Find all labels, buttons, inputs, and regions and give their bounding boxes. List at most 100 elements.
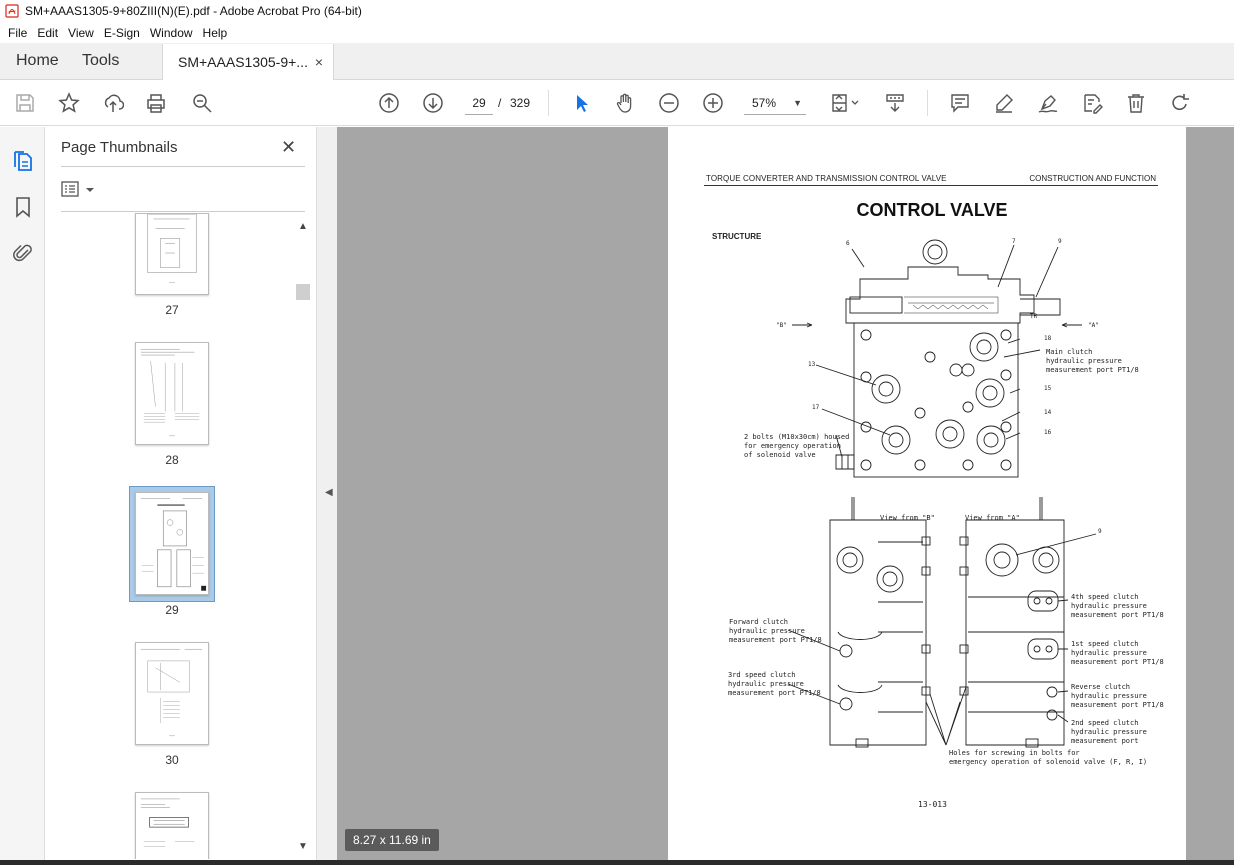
callout-9-view-a: 9 [1098,528,1102,535]
thumbnail-image [140,798,195,847]
left-rail [0,127,45,860]
note-emergency-bolts: 2 bolts (M10x30cm) housed for emergency … [744,433,850,459]
callout-7: 7 [1012,238,1016,245]
panel-divider [61,166,305,167]
select-cursor-icon[interactable] [570,91,594,115]
edit-pdf-icon[interactable] [1080,91,1104,115]
tab-close-icon[interactable]: × [315,54,323,70]
attachments-icon[interactable] [11,241,35,265]
thumbnail-scrollbar[interactable]: ▲ ▼ [296,219,310,859]
menu-view[interactable]: View [63,26,99,40]
panel-title: Page Thumbnails [61,139,178,156]
tab-bar: Home Tools SM+AAAS1305-9+... × [0,43,1234,80]
note-forward-clutch: Forward clutch hydraulic pressure measur… [729,618,822,644]
main-toolbar [0,80,1234,126]
thumbnail-options-button[interactable] [61,180,101,200]
panel-divider [61,211,305,212]
rotate-icon[interactable] [1168,91,1192,115]
sign-pen-icon[interactable] [1036,91,1060,115]
highlight-pen-icon[interactable] [992,91,1016,115]
menu-esign[interactable]: E-Sign [99,26,145,40]
note-holes: Holes for screwing in bolts for emergenc… [949,749,1148,766]
tab-document[interactable]: SM+AAAS1305-9+... × [162,44,334,80]
acrobat-pdf-icon [5,4,19,18]
zoom-out-icon[interactable] [657,91,681,115]
bookmark-star-icon[interactable] [57,91,81,115]
zoom-in-icon[interactable] [701,91,725,115]
menu-window[interactable]: Window [145,26,198,40]
thumbnail-label: 27 [165,303,179,317]
menu-edit[interactable]: Edit [32,26,63,40]
zoom-value: 57% [752,96,777,110]
note-view-a: View from "A" [965,514,1020,522]
collapse-panel-icon[interactable]: ◀ [325,487,333,498]
thumbnail-page-28[interactable] [135,342,209,445]
close-icon[interactable]: ✕ [281,137,296,158]
menu-bar: File Edit View E-Sign Window Help [0,22,1234,43]
page-total: 329 [510,96,531,110]
page-separator: / [498,96,502,110]
tab-document-label: SM+AAAS1305-9+... [178,54,308,70]
page-size-badge: 8.27 x 11.69 in [345,829,439,851]
print-icon[interactable] [144,91,168,115]
note-4th-speed: 4th speed clutch hydraulic pressure meas… [1071,593,1164,619]
scrollbar-thumb[interactable] [296,284,310,300]
callout-14: 14 [1044,409,1052,416]
thumbnail-image [140,648,203,737]
page-thumbnails-icon[interactable] [11,149,35,173]
page-fit-icon[interactable] [828,91,862,115]
tab-home[interactable]: Home [0,43,72,79]
note-3rd-speed: 3rd speed clutch hydraulic pressure meas… [728,671,821,697]
delete-icon[interactable] [1124,91,1148,115]
thumbnail-image [140,348,200,437]
thumbnail-image [147,213,197,283]
save-icon[interactable] [13,91,37,115]
scroll-mode-icon[interactable] [883,91,907,115]
tab-tools[interactable]: Tools [72,43,162,79]
thumbnail-page-27[interactable] [135,213,209,295]
arrow-label-b: "B" [776,322,787,329]
scroll-up-icon[interactable]: ▲ [298,221,308,232]
toolbar-separator [927,90,928,116]
thumbnail-list: 27 28 29 30 [45,213,295,859]
next-page-icon[interactable] [421,91,445,115]
menu-help[interactable]: Help [198,26,233,40]
note-reverse-clutch: Reverse clutch hydraulic pressure measur… [1071,683,1164,709]
note-1st-speed: 1st speed clutch hydraulic pressure meas… [1071,640,1164,666]
thumbnail-label: 28 [165,453,179,467]
note-view-b: View from "B" [880,514,935,522]
arrow-label-a: "A" [1088,322,1099,329]
previous-page-icon[interactable] [377,91,401,115]
panel-splitter[interactable]: ◀ [316,127,337,860]
zoom-select[interactable]: 57% ▼ [744,91,806,115]
document-view[interactable]: TORQUE CONVERTER AND TRANSMISSION CONTRO… [337,127,1234,860]
label-tr: TR [1030,313,1038,320]
note-2nd-speed: 2nd speed clutch hydraulic pressure meas… [1071,719,1147,745]
callout-9: 9 [1058,238,1062,245]
callout-16: 16 [1044,429,1052,436]
hand-tool-icon[interactable] [613,91,637,115]
note-main-clutch: Main clutch hydraulic pressure measureme… [1046,348,1139,374]
bookmarks-icon[interactable] [11,195,35,219]
callout-13: 13 [808,361,816,368]
page-number-footer: 13-013 [918,800,947,809]
thumbnail-page-30[interactable] [135,642,209,745]
menu-file[interactable]: File [3,26,32,40]
thumbnail-page-29[interactable] [135,492,209,595]
taskbar-edge [0,860,1234,865]
thumbnail-label: 30 [165,753,179,767]
share-upload-icon[interactable] [101,91,125,115]
callout-18: 18 [1044,335,1052,342]
toolbar-separator [548,90,549,116]
title-bar: SM+AAAS1305-9+80ZIII(N)(E).pdf - Adobe A… [0,0,1234,22]
page-number-input[interactable]: 29 [465,91,493,115]
pdf-page: TORQUE CONVERTER AND TRANSMISSION CONTRO… [668,127,1186,860]
thumbnail-page-31[interactable] [135,792,209,859]
scroll-down-icon[interactable]: ▼ [298,841,308,852]
thumbnail-label: 29 [165,603,179,617]
callout-17: 17 [812,404,820,411]
callout-15: 15 [1044,385,1052,392]
comment-icon[interactable] [948,91,972,115]
search-zoom-icon[interactable] [190,91,214,115]
thumbnails-panel: Page Thumbnails ✕ 27 28 29 30 ▲ ▼ [45,127,316,860]
